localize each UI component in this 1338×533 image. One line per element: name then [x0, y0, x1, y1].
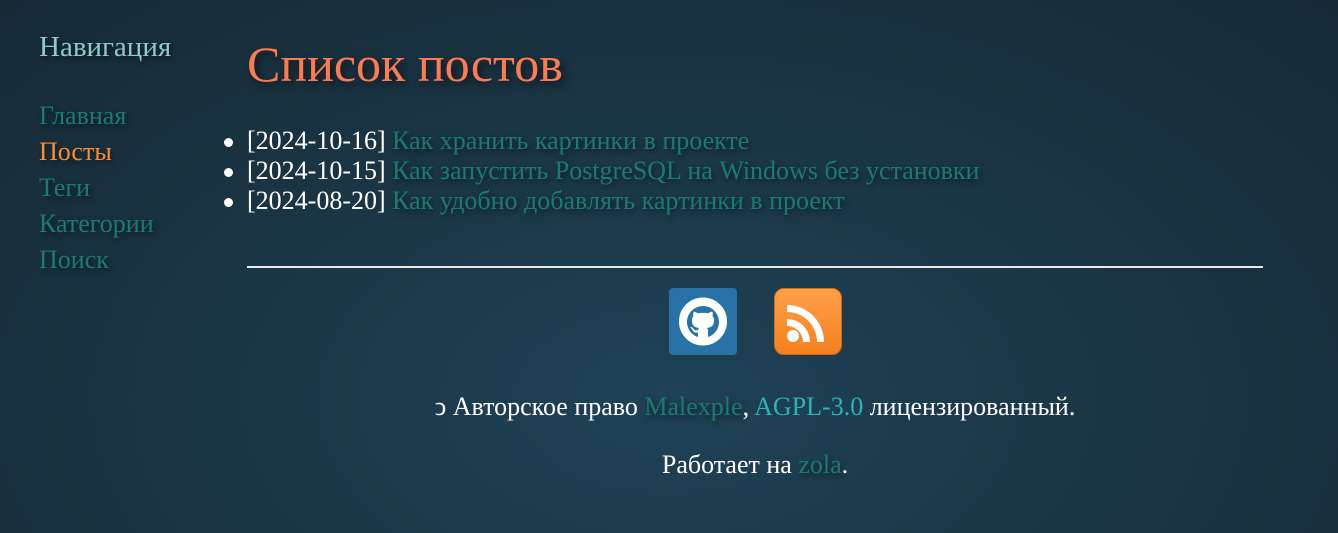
sidebar-item-tags[interactable]: Теги — [39, 170, 219, 206]
main-content: Список постов [2024-10-16] Как хранить к… — [224, 30, 1263, 216]
list-item: [2024-10-15] Как запустить PostgreSQL на… — [224, 156, 1263, 186]
post-date: [2024-08-20] — [247, 186, 386, 215]
footer-copyright: ↄ Авторское право Malexple, AGPL-3.0 лиц… — [247, 392, 1263, 422]
rss-logo — [787, 305, 824, 342]
footer-period: . — [841, 450, 849, 479]
post-link[interactable]: Как удобно добавлять картинки в проект — [392, 186, 844, 215]
github-icon[interactable] — [669, 288, 737, 355]
author-link[interactable]: Malexple — [644, 392, 742, 421]
post-link[interactable]: Как хранить картинки в проекте — [392, 126, 749, 155]
sidebar-item-home[interactable]: Главная — [39, 98, 219, 134]
sidebar: Навигация Главная Посты Теги Категории П… — [39, 30, 219, 278]
sidebar-item-search[interactable]: Поиск — [39, 242, 219, 278]
footer-powered-by: Работает на zola. — [247, 450, 1263, 480]
list-item: [2024-08-20] Как удобно добавлять картин… — [224, 186, 1263, 216]
list-item: [2024-10-16] Как хранить картинки в прое… — [224, 126, 1263, 156]
post-date: [2024-10-15] — [247, 156, 386, 185]
footer-divider — [247, 266, 1263, 268]
post-date: [2024-10-16] — [247, 126, 386, 155]
license-link[interactable]: AGPL-3.0 — [754, 392, 863, 421]
sidebar-item-posts[interactable]: Посты — [39, 134, 219, 170]
powered-text: Работает на — [661, 450, 792, 479]
licensed-text: лицензированный. — [869, 392, 1076, 421]
copyright-text: Авторское право — [452, 392, 638, 421]
engine-link[interactable]: zola — [798, 450, 841, 479]
sidebar-title: Навигация — [39, 31, 172, 63]
post-link[interactable]: Как запустить PostgreSQL на Windows без … — [392, 156, 979, 185]
rss-icon[interactable] — [774, 288, 842, 355]
social-links — [669, 288, 842, 355]
page-title: Список постов — [247, 36, 563, 92]
footer-comma: , — [742, 392, 750, 421]
copyleft-icon: ↄ — [434, 392, 447, 421]
sidebar-item-categories[interactable]: Категории — [39, 206, 219, 242]
post-list: [2024-10-16] Как хранить картинки в прое… — [224, 126, 1263, 216]
github-logo — [679, 297, 727, 346]
